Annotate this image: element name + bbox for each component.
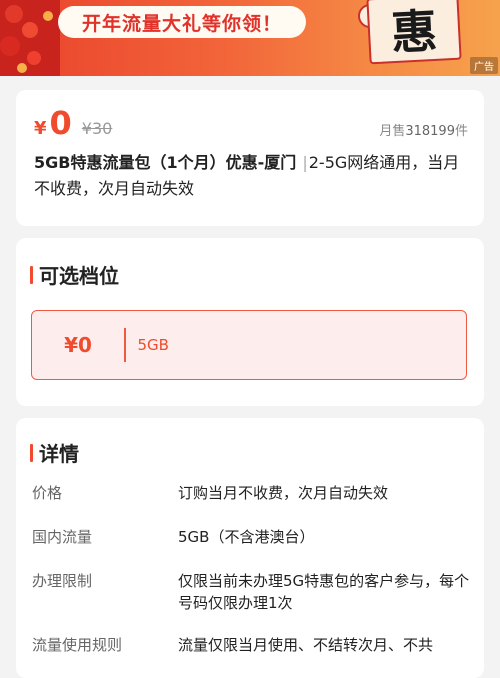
details-section-title: 详情 [30, 438, 79, 467]
original-price: ¥30 [81, 119, 113, 138]
tier-options-card: 可选档位 ¥0 5GB [16, 238, 484, 406]
product-price-card: ¥ 0 ¥30 月售318199件 5GB特惠流量包（1个月）优惠-厦门 |2-… [16, 90, 484, 226]
detail-label: 流量使用规则 [32, 636, 123, 654]
detail-value: 流量仅限当月使用、不结转次月、不共 [178, 636, 434, 654]
price-row: ¥ 0 ¥30 [34, 104, 112, 142]
detail-row-restrictions: 办理限制 仅限当前未办理5G特惠包的客户参与，每个号码仅限办理1次 [32, 570, 472, 614]
lantern-decoration-icon [0, 0, 60, 76]
price-currency: ¥ [34, 118, 47, 139]
detail-label: 国内流量 [32, 528, 93, 546]
tier-option-divider [124, 328, 126, 362]
detail-value: 5GB（不含港澳台） [178, 528, 315, 546]
tier-option-size: 5GB [137, 336, 169, 354]
title-separator: | [302, 153, 308, 172]
section-accent-bar [30, 443, 33, 462]
banner-headline: 开年流量大礼等你领！ [58, 6, 306, 38]
product-title: 5GB特惠流量包（1个月）优惠-厦门 |2-5G网络通用，当月不收费，次月自动失… [34, 150, 474, 202]
detail-row-usage-rules: 流量使用规则 流量仅限当月使用、不结转次月、不共 [32, 634, 472, 656]
tier-section-title: 可选档位 [30, 260, 119, 289]
promo-banner[interactable]: 开年流量大礼等你领！ 惠 广告 [0, 0, 500, 76]
monthly-sales-prefix: 月售 [379, 124, 406, 139]
tier-section-title-text: 可选档位 [39, 264, 119, 288]
monthly-sales-suffix: 件 [454, 124, 468, 139]
hui-scroll-illustration: 惠 [366, 0, 462, 65]
detail-label: 价格 [32, 484, 63, 502]
detail-value: 仅限当前未办理5G特惠包的客户参与，每个号码仅限办理1次 [178, 572, 470, 612]
details-card: 详情 价格 订购当月不收费，次月自动失效 国内流量 5GB（不含港澳台） 办理限… [16, 418, 484, 678]
tier-option-price: ¥0 [64, 333, 92, 357]
detail-row-domestic-data: 国内流量 5GB（不含港澳台） [32, 526, 472, 548]
ad-label: 广告 [470, 57, 498, 74]
detail-label: 办理限制 [32, 572, 93, 590]
details-section-title-text: 详情 [39, 442, 79, 466]
product-name: 5GB特惠流量包（1个月）优惠-厦门 [34, 153, 297, 172]
tier-option-5gb[interactable]: ¥0 5GB [31, 310, 467, 380]
detail-row-price: 价格 订购当月不收费，次月自动失效 [32, 482, 472, 504]
section-accent-bar [30, 265, 33, 284]
monthly-sales-count: 318199 [405, 124, 455, 139]
detail-value: 订购当月不收费，次月自动失效 [178, 484, 389, 502]
monthly-sales: 月售318199件 [379, 120, 468, 139]
current-price: 0 [49, 104, 72, 142]
